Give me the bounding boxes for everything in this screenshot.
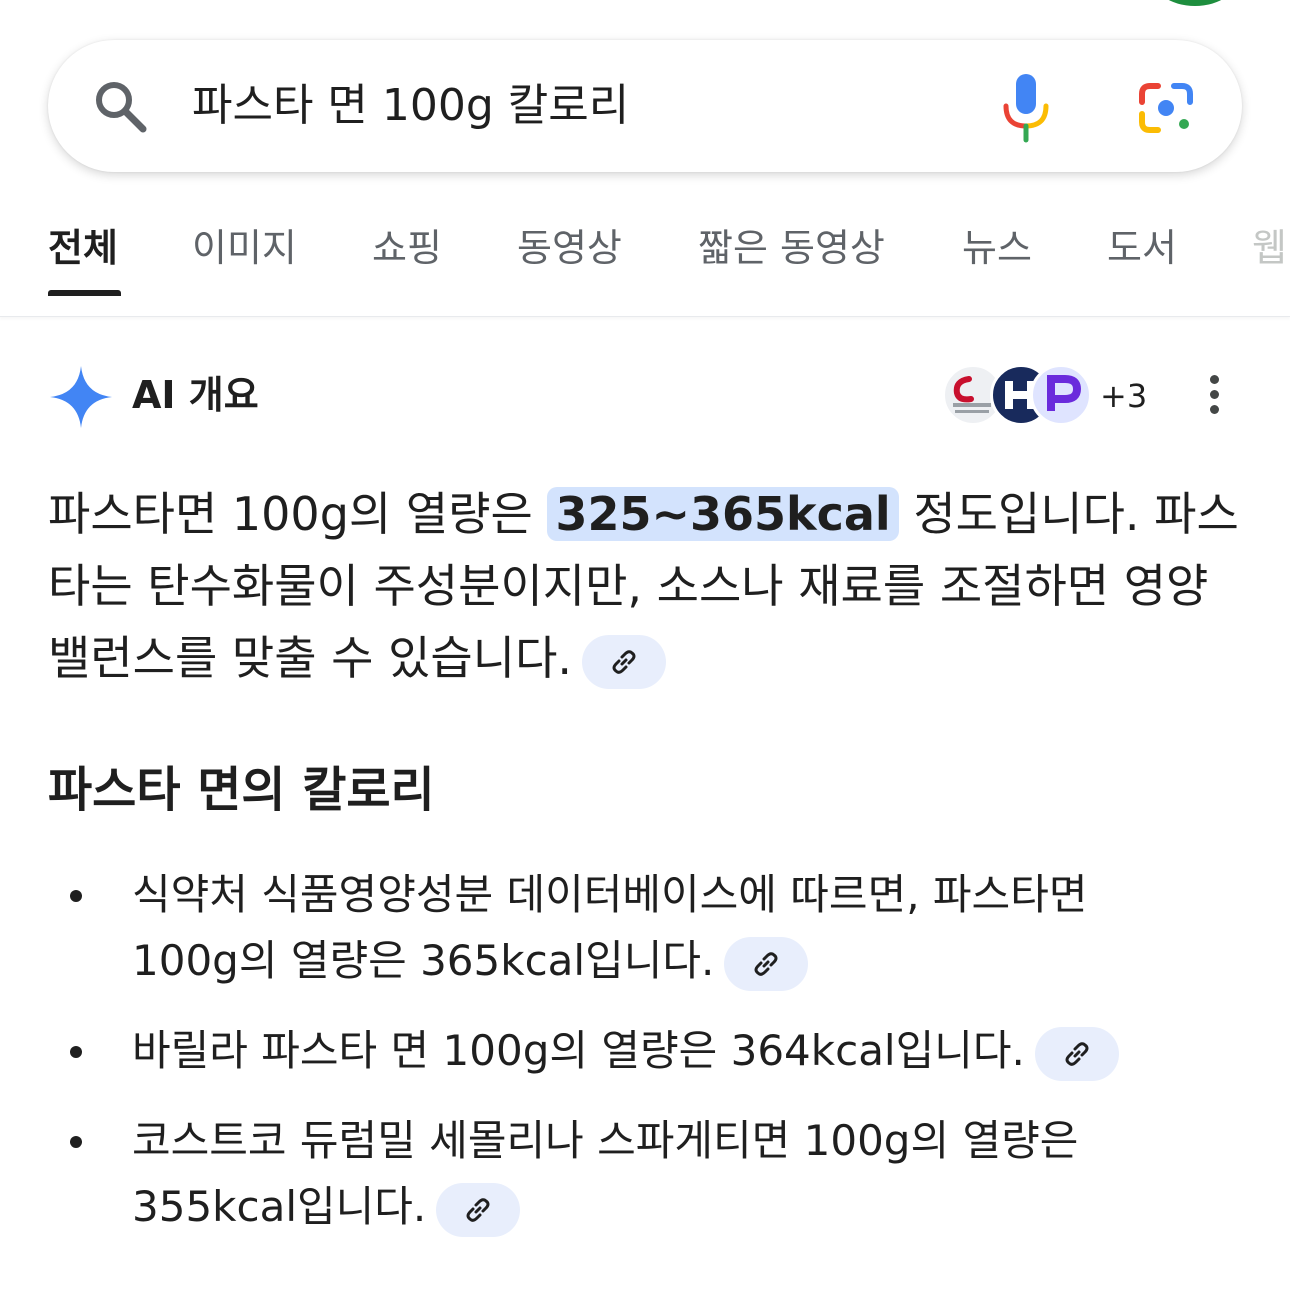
link-icon: [612, 649, 636, 674]
source-link-button[interactable]: [1034, 1026, 1119, 1081]
ai-sparkle-icon: [50, 366, 112, 428]
tab-news[interactable]: 뉴스: [962, 222, 1032, 274]
tab-books[interactable]: 도서: [1107, 222, 1177, 274]
tab-shopping[interactable]: 쇼핑: [372, 222, 442, 274]
tab-images[interactable]: 이미지: [192, 222, 297, 274]
source-link-button[interactable]: [436, 1182, 521, 1237]
source-link-button[interactable]: [724, 936, 809, 991]
account-avatar[interactable]: [1150, 0, 1240, 6]
tab-web[interactable]: 웹: [1252, 222, 1287, 274]
google-lens-icon[interactable]: [1136, 80, 1196, 136]
more-options-icon[interactable]: [1196, 372, 1232, 420]
link-icon: [1065, 1041, 1089, 1066]
active-tab-indicator: [48, 290, 121, 296]
ai-summary: 파스타면 100g의 열량은 325~365kcal 정도입니다. 파스타는 탄…: [48, 478, 1248, 694]
search-tabs: 전체 이미지 쇼핑 동영상 짧은 동영상 뉴스 도서 웹: [0, 210, 1290, 317]
tab-videos[interactable]: 동영상: [517, 222, 622, 274]
link-icon: [466, 1197, 490, 1222]
search-input[interactable]: 파스타 면 100g 칼로리: [192, 76, 629, 136]
list-item: 코스트코 듀럼밀 세몰리나 스파게티면 100g의 열량은 355kcal입니다…: [0, 1108, 1162, 1240]
source-link-button[interactable]: [582, 634, 667, 689]
list-item: 바릴라 파스타 면 100g의 열량은 364kcal입니다.: [0, 1018, 1162, 1084]
calorie-list: 식약처 식품영양성분 데이터베이스에 따르면, 파스타면 100g의 열량은 3…: [0, 862, 1290, 1264]
ai-overview-title: AI 개요: [132, 373, 259, 417]
search-bar[interactable]: 파스타 면 100g 칼로리: [48, 40, 1242, 172]
list-item: 식약처 식품영양성분 데이터베이스에 따르면, 파스타면 100g의 열량은 3…: [0, 862, 1162, 994]
link-icon: [754, 951, 778, 976]
tab-all[interactable]: 전체: [48, 222, 118, 274]
section-heading: 파스타 면의 칼로리: [48, 762, 435, 818]
tab-short-videos[interactable]: 짧은 동영상: [698, 222, 885, 274]
mic-icon[interactable]: [998, 72, 1054, 144]
sources-more-count[interactable]: +3: [1100, 376, 1147, 416]
source-logo-p[interactable]: [1030, 364, 1092, 426]
highlighted-answer: 325~365kcal: [547, 487, 899, 541]
search-icon[interactable]: [90, 76, 150, 136]
